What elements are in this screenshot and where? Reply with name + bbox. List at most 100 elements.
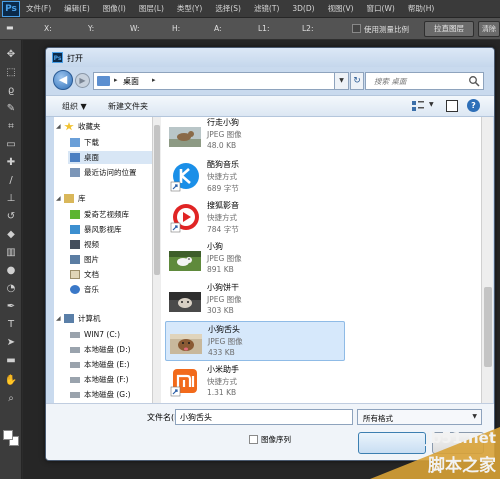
blur-tool-icon[interactable]: ● — [3, 264, 19, 278]
dialog-titlebar[interactable]: Ps 打开 — [46, 48, 494, 67]
brush-tool-icon[interactable]: / — [3, 174, 19, 188]
use-measurement-scale-checkbox[interactable] — [352, 24, 361, 33]
menu-help[interactable]: 帮助(H) — [408, 3, 435, 14]
search-box[interactable] — [365, 72, 484, 90]
nav-baofeng-library[interactable]: 暴风影视库 — [70, 223, 122, 236]
search-input[interactable] — [366, 73, 483, 89]
pen-tool-icon[interactable]: ✒ — [3, 300, 19, 314]
expander-icon[interactable]: ◢ — [56, 123, 61, 130]
address-row: ◀ ▶ ▸ 桌面 ▸ ▼ ↻ — [46, 67, 494, 95]
nav-favorites[interactable]: 收藏夹 — [64, 120, 101, 133]
preview-pane-icon[interactable] — [446, 100, 458, 112]
gradient-tool-icon[interactable]: ▥ — [3, 246, 19, 260]
zoom-tool-icon[interactable]: ⌕ — [3, 392, 19, 406]
navigation-pane: ◢ 收藏夹 下载 桌面 最近访问的位置 ◢ 库 爱奇艺视频库 暴风影视库 视频 … — [54, 117, 152, 403]
scrollbar-thumb[interactable] — [154, 125, 160, 275]
nav-drive-g[interactable]: 本地磁盘 (G:) — [70, 388, 131, 401]
menu-type[interactable]: 类型(Y) — [177, 3, 202, 14]
crop-tool-icon[interactable]: ⌗ — [3, 120, 19, 134]
nav-drive-f[interactable]: 本地磁盘 (F:) — [70, 373, 129, 386]
hand-tool-icon[interactable]: ✋ — [3, 374, 19, 388]
nav-drive-e[interactable]: 本地磁盘 (E:) — [70, 358, 130, 371]
file-item-sohu-video[interactable]: 搜狐影音 快捷方式 784 字节 — [165, 198, 345, 238]
file-item-xiaomi-assistant[interactable]: 小米助手 快捷方式 1.31 KB — [165, 362, 345, 402]
chevron-right-icon[interactable]: ▸ — [114, 76, 118, 84]
walking-dog-thumbnail — [169, 127, 201, 147]
file-item-dog-tongue[interactable]: 小狗舌头 JPEG 图像 433 KB — [165, 321, 345, 361]
nav-drive-d[interactable]: 本地磁盘 (D:) — [70, 343, 131, 356]
address-bar[interactable]: ▸ 桌面 ▸ — [93, 72, 335, 90]
view-options-icon[interactable] — [411, 100, 425, 112]
file-item-walking-dog[interactable]: 行走小狗 JPEG 图像 48.0 KB — [165, 117, 345, 155]
shape-tool-icon[interactable]: ▬ — [3, 354, 19, 368]
address-history-dropdown[interactable]: ▼ — [335, 72, 349, 90]
nav-iqiyi-library[interactable]: 爱奇艺视频库 — [70, 208, 129, 221]
nav-libraries[interactable]: 库 — [64, 192, 86, 205]
navigation-scrollbar[interactable] — [152, 117, 161, 403]
lasso-tool-icon[interactable]: ϱ — [3, 84, 19, 98]
chevron-right-icon[interactable]: ▸ — [152, 76, 156, 84]
refresh-button[interactable]: ↻ — [350, 72, 364, 90]
move-tool-icon[interactable]: ✥ — [3, 48, 19, 62]
dialog-title: 打开 — [67, 54, 83, 63]
menu-select[interactable]: 选择(S) — [215, 3, 241, 14]
path-select-tool-icon[interactable]: ➤ — [3, 336, 19, 350]
nav-desktop[interactable]: 桌面 — [68, 151, 152, 164]
nav-computer[interactable]: 计算机 — [64, 312, 101, 325]
command-bar: 组织 ▼ 新建文件夹 ▼ ? — [46, 95, 494, 117]
search-icon[interactable] — [468, 75, 480, 87]
dodge-tool-icon[interactable]: ◔ — [3, 282, 19, 296]
back-button[interactable]: ◀ — [53, 70, 73, 90]
expander-icon[interactable]: ◢ — [56, 195, 61, 202]
type-tool-icon[interactable]: T — [3, 318, 19, 332]
file-item-kugou[interactable]: 酷狗音乐 快捷方式 689 字节 — [165, 157, 345, 197]
new-folder-button[interactable]: 新建文件夹 — [108, 101, 148, 112]
address-current-location[interactable]: 桌面 — [123, 76, 139, 87]
scrollbar-thumb[interactable] — [484, 287, 492, 367]
help-icon[interactable]: ? — [467, 99, 480, 112]
ruler-tool-icon[interactable]: ▭ — [3, 138, 19, 152]
nav-drive-c[interactable]: WIN7 (C:) — [70, 328, 120, 341]
marquee-tool-icon[interactable]: ⬚ — [3, 66, 19, 80]
file-type-select[interactable]: 所有格式 ▼ — [357, 409, 482, 425]
foreground-color-swatch[interactable] — [3, 430, 13, 440]
desktop-icon — [70, 153, 80, 162]
history-brush-tool-icon[interactable]: ↺ — [3, 210, 19, 224]
clear-button[interactable]: 清除 — [478, 21, 500, 37]
organize-button[interactable]: 组织 ▼ — [62, 101, 87, 112]
filename-input[interactable] — [175, 409, 353, 425]
eraser-tool-icon[interactable]: ◆ — [3, 228, 19, 242]
menu-window[interactable]: 窗口(W) — [367, 3, 395, 14]
chevron-down-icon[interactable]: ▼ — [429, 101, 434, 108]
nav-documents[interactable]: 文档 — [70, 268, 99, 281]
menu-file[interactable]: 文件(F) — [26, 3, 51, 14]
nav-pictures[interactable]: 图片 — [70, 253, 99, 266]
nav-music[interactable]: 音乐 — [70, 283, 99, 296]
image-sequence-checkbox[interactable] — [249, 435, 258, 444]
menu-image[interactable]: 图像(I) — [103, 3, 126, 14]
quick-select-tool-icon[interactable]: ✎ — [3, 102, 19, 116]
expander-icon[interactable]: ◢ — [56, 315, 61, 322]
menu-3d[interactable]: 3D(D) — [292, 4, 314, 13]
file-item-dog-biscuit[interactable]: 小狗饼干 JPEG 图像 303 KB — [165, 280, 345, 320]
drive-icon — [70, 376, 80, 383]
menu-filter[interactable]: 滤镜(T) — [254, 3, 279, 14]
menu-view[interactable]: 视图(V) — [328, 3, 354, 14]
nav-downloads[interactable]: 下载 — [70, 136, 99, 149]
healing-tool-icon[interactable]: ✚ — [3, 156, 19, 170]
watermark: jb51.net 脚本之家 — [370, 427, 500, 479]
menu-layer[interactable]: 图层(L) — [139, 3, 164, 14]
computer-icon — [64, 314, 74, 323]
ruler-icon[interactable]: ▬ — [6, 23, 24, 35]
forward-button[interactable]: ▶ — [75, 73, 90, 88]
nav-recent-places[interactable]: 最近访问的位置 — [70, 166, 137, 179]
iqiyi-library-icon — [70, 210, 80, 219]
straighten-layer-button[interactable]: 拉直图层 — [424, 21, 474, 37]
file-list-scrollbar[interactable] — [481, 117, 493, 403]
nav-videos[interactable]: 视频 — [70, 238, 99, 251]
stamp-tool-icon[interactable]: ⊥ — [3, 192, 19, 206]
file-item-puppy[interactable]: 小狗 JPEG 图像 891 KB — [165, 239, 345, 279]
menu-edit[interactable]: 编辑(E) — [64, 3, 90, 14]
puppy-thumbnail — [169, 251, 201, 271]
kugou-icon — [170, 163, 199, 192]
